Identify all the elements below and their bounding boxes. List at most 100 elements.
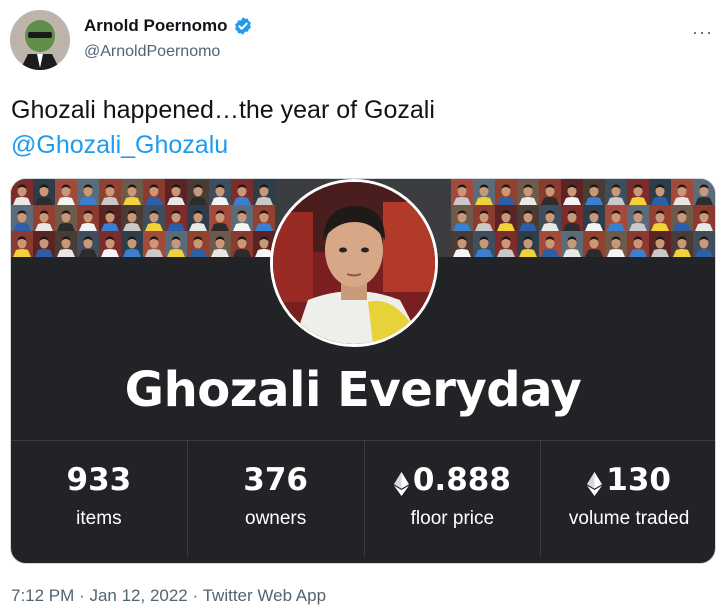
banner-photo-tile [605, 231, 627, 257]
banner-photo-tile [649, 231, 671, 257]
banner-photo-tile [517, 231, 539, 257]
banner-photo-tile [539, 231, 561, 257]
banner-photo-tile [495, 205, 517, 231]
media-card[interactable]: Ghozali Everyday 933 items 376 owners 0.… [10, 178, 716, 564]
collection-stats: 933 items 376 owners 0.888 floor price 1… [11, 440, 715, 557]
banner-photo-tile [165, 231, 187, 257]
footer-separator: · [79, 586, 85, 605]
ethereum-icon [393, 468, 409, 496]
banner-photo-tile [121, 231, 143, 257]
banner-photo-tile [561, 205, 583, 231]
banner-photo-tile [627, 179, 649, 205]
banner-photo-tile [187, 179, 209, 205]
banner-photo-tile [187, 231, 209, 257]
banner-photo-tile [671, 231, 693, 257]
banner-photo-tile [473, 231, 495, 257]
banner-photo-tile [605, 205, 627, 231]
banner-photo-tile [143, 205, 165, 231]
banner-photo-tile [517, 205, 539, 231]
banner-photo-tile [209, 205, 231, 231]
tweet-source[interactable]: Twitter Web App [203, 586, 326, 605]
banner-photo-tile [77, 205, 99, 231]
banner-photo-tile [99, 179, 121, 205]
stat-number: 0.888 [412, 462, 511, 498]
stat-floor-price: 0.888 floor price [365, 441, 542, 557]
banner-photo-tile [33, 179, 55, 205]
mention-link[interactable]: @Ghozali_Ghozalu [11, 128, 435, 163]
banner-photo-tile [583, 179, 605, 205]
banner-photo-tile [495, 179, 517, 205]
banner-photo-tile [187, 205, 209, 231]
stat-label: items [76, 508, 122, 529]
banner-photo-tile [649, 205, 671, 231]
banner-photo-tile [473, 205, 495, 231]
banner-photo-tile [693, 205, 715, 231]
banner-photo-tile [583, 231, 605, 257]
banner-photo-tile [231, 205, 253, 231]
author-handle[interactable]: @ArnoldPoernomo [84, 43, 220, 61]
banner-photo-tile [209, 231, 231, 257]
banner-photo-tile [121, 179, 143, 205]
stat-label: floor price [410, 508, 495, 529]
banner-photo-tile [539, 179, 561, 205]
banner-photo-tile [99, 231, 121, 257]
author-avatar[interactable] [10, 10, 70, 70]
tweet-time[interactable]: 7:12 PM [11, 586, 74, 605]
banner-photo-tile [11, 231, 33, 257]
stat-items: 933 items [11, 441, 188, 557]
tweet: Arnold Poernomo @ArnoldPoernomo ··· Ghoz… [0, 0, 727, 614]
banner-photo-tile [693, 231, 715, 257]
banner-photo-tile [649, 179, 671, 205]
collection-profile-image [270, 179, 438, 347]
banner-photo-tile [627, 231, 649, 257]
banner-photo-tile [451, 179, 473, 205]
banner-photo-tile [253, 205, 275, 231]
stat-number: 130 [606, 462, 671, 498]
banner-photo-tile [451, 231, 473, 257]
tweet-text: Ghozali happened…the year of Gozali @Gho… [11, 93, 435, 163]
banner-photo-tile [165, 205, 187, 231]
banner-photo-tile [143, 231, 165, 257]
banner-photo-tile [627, 205, 649, 231]
ethereum-icon [587, 468, 603, 496]
tweet-body: Ghozali happened…the year of Gozali [11, 96, 435, 124]
author-display-name[interactable]: Arnold Poernomo [84, 16, 228, 36]
stat-label: owners [245, 508, 307, 529]
stat-value: 130 [587, 462, 671, 498]
banner-photo-tile [55, 179, 77, 205]
banner-photo-tile [55, 205, 77, 231]
banner-photo-tile [231, 179, 253, 205]
banner-photo-tile [231, 231, 253, 257]
banner-photo-tile [671, 179, 693, 205]
banner-photo-tile [451, 205, 473, 231]
banner-photo-tile [671, 205, 693, 231]
more-options-button[interactable]: ··· [692, 22, 713, 43]
stat-owners: 376 owners [188, 441, 365, 557]
banner-photo-tile [473, 179, 495, 205]
footer-separator: · [192, 586, 199, 605]
banner-photo-tile [165, 179, 187, 205]
banner-photo-tile [517, 179, 539, 205]
banner-photo-tile [33, 205, 55, 231]
banner-photo-tile [561, 231, 583, 257]
banner-photo-tile [77, 231, 99, 257]
banner-photo-tile [539, 205, 561, 231]
banner-photo-tile [209, 179, 231, 205]
verified-badge-icon [233, 16, 253, 36]
stat-value: 376 [243, 462, 308, 498]
banner-photo-tile [11, 179, 33, 205]
tweet-date[interactable]: Jan 12, 2022 [89, 586, 187, 605]
stat-number: 933 [66, 462, 132, 498]
banner-photo-tile [495, 231, 517, 257]
banner-photo-tile [561, 179, 583, 205]
banner-photo-tile [121, 205, 143, 231]
banner-photo-tile [11, 205, 33, 231]
banner-photo-tile [33, 231, 55, 257]
stat-value: 0.888 [393, 462, 511, 498]
banner-photo-tile [143, 179, 165, 205]
stat-number: 376 [243, 462, 308, 498]
author-name-row: Arnold Poernomo [84, 16, 253, 36]
banner-photo-tile [253, 179, 275, 205]
stat-value: 933 [67, 462, 132, 498]
banner-photo-tile [99, 205, 121, 231]
